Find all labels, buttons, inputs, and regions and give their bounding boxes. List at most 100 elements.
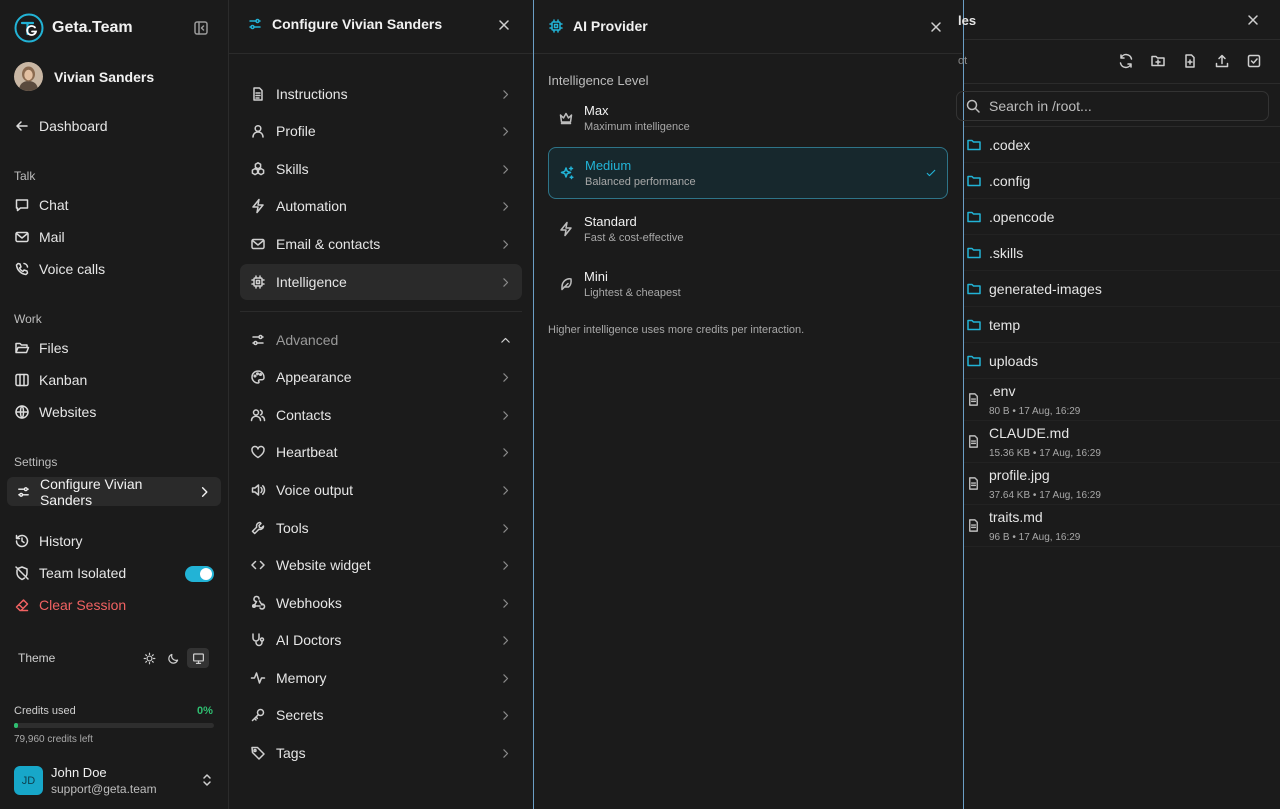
nav-voice-calls[interactable]: Voice calls: [14, 258, 105, 280]
team-isolated-toggle[interactable]: [185, 566, 214, 582]
credits-progress-bar: [14, 723, 214, 728]
chevron-right-icon: [503, 372, 509, 382]
agent-profile[interactable]: Vivian Sanders: [14, 62, 154, 91]
theme-dark-button[interactable]: [163, 648, 183, 668]
file-name: .env: [989, 382, 1016, 399]
menu-memory[interactable]: Memory: [240, 660, 522, 696]
folder-name: uploads: [989, 352, 1039, 369]
new-file-icon[interactable]: [1182, 53, 1198, 69]
clear-session-button[interactable]: Clear Session: [14, 594, 126, 616]
nav-chat[interactable]: Chat: [14, 194, 69, 216]
file-item[interactable]: traits.md 96 B • 17 Aug, 16:29: [964, 505, 1280, 547]
nav-dashboard[interactable]: Dashboard: [14, 115, 108, 137]
sidebar-collapse-icon[interactable]: [193, 20, 209, 36]
divider: [964, 39, 1280, 40]
menu-secrets[interactable]: Secrets: [240, 697, 522, 733]
folder-item[interactable]: .codex: [964, 127, 1280, 163]
file-item[interactable]: CLAUDE.md 15.36 KB • 17 Aug, 16:29: [964, 421, 1280, 463]
chevron-right-icon: [503, 201, 509, 211]
menu-profile[interactable]: Profile: [240, 113, 522, 149]
folder-icon: [967, 355, 981, 366]
file-item[interactable]: .env 80 B • 17 Aug, 16:29: [964, 379, 1280, 421]
ai-provider-panel: AI Provider Intelligence Level Max Maxim…: [533, 0, 964, 809]
nav-files[interactable]: Files: [14, 337, 69, 359]
chevron-right-icon: [503, 126, 509, 136]
nav-websites[interactable]: Websites: [14, 401, 96, 423]
files-panel-title: les: [958, 13, 977, 28]
key-icon: [251, 708, 265, 722]
folder-item[interactable]: .opencode: [964, 199, 1280, 235]
select-checkbox-icon[interactable]: [1246, 53, 1262, 69]
menu-heartbeat[interactable]: Heartbeat: [240, 434, 522, 470]
level-option-medium[interactable]: Medium Balanced performance: [548, 147, 948, 199]
level-option-max[interactable]: Max Maximum intelligence: [548, 92, 948, 144]
advanced-toggle[interactable]: Advanced: [240, 322, 522, 358]
folder-name: .config: [989, 172, 1031, 189]
credits-progress-fill: [14, 723, 18, 728]
theme-label: Theme: [18, 651, 56, 665]
webhook-icon: [251, 595, 266, 610]
menu-email-contacts[interactable]: Email & contacts: [240, 226, 522, 262]
close-icon[interactable]: [1245, 12, 1261, 28]
section-work: Work: [14, 312, 42, 326]
file-name: traits.md: [989, 508, 1043, 525]
divider: [534, 53, 962, 54]
document-icon: [253, 87, 263, 101]
file-item[interactable]: profile.jpg 37.64 KB • 17 Aug, 16:29: [964, 463, 1280, 505]
files-search-input[interactable]: [989, 98, 1249, 114]
menu-label: AI Doctors: [276, 632, 342, 648]
folder-icon: [967, 247, 981, 258]
menu-voice-output[interactable]: Voice output: [240, 472, 522, 508]
nav-configure-label: Configure Vivian Sanders: [39, 475, 143, 508]
nav-kanban[interactable]: Kanban: [14, 369, 87, 391]
menu-skills[interactable]: Skills: [240, 151, 522, 187]
menu-appearance[interactable]: Appearance: [240, 359, 522, 395]
menu-automation[interactable]: Automation: [240, 188, 522, 224]
menu-label: Tags: [276, 745, 306, 761]
close-icon[interactable]: [928, 19, 944, 35]
level-option-mini[interactable]: Mini Lightest & cheapest: [548, 258, 948, 310]
new-folder-icon[interactable]: [1150, 53, 1166, 69]
logo[interactable]: Geta.Team: [14, 13, 133, 43]
menu-webhooks[interactable]: Webhooks: [240, 585, 522, 621]
nav-mail[interactable]: Mail: [14, 226, 65, 248]
folder-name: generated-images: [989, 280, 1102, 297]
theme-system-button[interactable]: [187, 648, 209, 668]
menu-label: Contacts: [276, 407, 332, 423]
level-option-standard[interactable]: Standard Fast & cost-effective: [548, 203, 948, 255]
folder-item[interactable]: uploads: [964, 343, 1280, 379]
menu-tags[interactable]: Tags: [240, 735, 522, 771]
theme-light-button[interactable]: [139, 648, 159, 668]
refresh-icon[interactable]: [1118, 53, 1134, 69]
clear-session-label: Clear Session: [39, 597, 127, 613]
folder-name: .opencode: [989, 208, 1055, 225]
sliders-icon: [249, 18, 261, 30]
menu-ai-doctors[interactable]: AI Doctors: [240, 622, 522, 658]
menu-tools[interactable]: Tools: [240, 510, 522, 546]
folder-item[interactable]: temp: [964, 307, 1280, 343]
account-menu[interactable]: JD John Doe support@geta.team: [14, 765, 157, 796]
ai-provider-title: AI Provider: [573, 18, 648, 34]
nav-configure-agent[interactable]: Configure Vivian Sanders: [7, 475, 221, 508]
boxes-icon: [251, 162, 265, 176]
menu-intelligence[interactable]: Intelligence: [240, 264, 522, 300]
close-icon[interactable]: [496, 17, 512, 33]
divider: [964, 83, 1280, 84]
chevron-right-icon: [503, 710, 509, 720]
divider: [240, 311, 522, 312]
nav-history[interactable]: History: [14, 530, 83, 552]
menu-contacts[interactable]: Contacts: [240, 397, 522, 433]
brand-name: Geta.Team: [52, 19, 133, 36]
team-isolated-label: Team Isolated: [39, 565, 127, 581]
folder-item[interactable]: .skills: [964, 235, 1280, 271]
level-title: Max: [584, 103, 609, 118]
configure-panel: Configure Vivian Sanders Instructions Pr…: [229, 0, 533, 809]
chevrons-up-down-icon[interactable]: [199, 772, 215, 788]
upload-icon[interactable]: [1214, 53, 1230, 69]
menu-website-widget[interactable]: Website widget: [240, 547, 522, 583]
chevron-right-icon: [503, 485, 509, 495]
menu-instructions[interactable]: Instructions: [240, 76, 522, 112]
agent-name: Vivian Sanders: [54, 68, 155, 85]
folder-item[interactable]: generated-images: [964, 271, 1280, 307]
folder-item[interactable]: .config: [964, 163, 1280, 199]
